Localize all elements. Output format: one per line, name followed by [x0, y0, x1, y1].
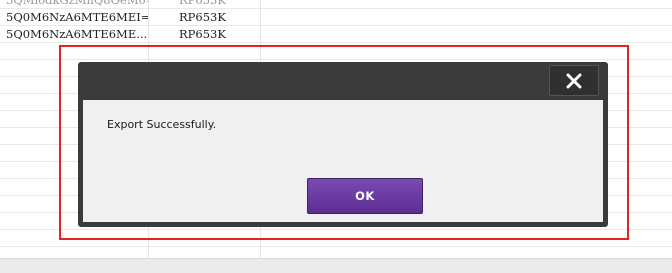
table-cell: RP653K — [179, 0, 226, 7]
table-row[interactable]: 5Q0M6NzA6MTE6MEI= RP653K — [0, 9, 672, 26]
table-cell: RP653K — [179, 10, 226, 24]
dialog-body: Export Successfully. OK — [83, 100, 603, 222]
close-button[interactable] — [549, 65, 599, 96]
table-row[interactable]: 5Q0M6NzA6MTE6ME... RP653K — [0, 26, 672, 43]
table-cell: 5QMiodkGzMhQ8OeMo= — [6, 0, 148, 7]
export-result-dialog: Export Successfully. OK — [78, 62, 608, 227]
table-row[interactable]: 5QMiodkGzMhQ8OeMo= RP653K — [0, 0, 672, 9]
ok-button[interactable]: OK — [307, 178, 423, 214]
status-bar — [0, 258, 672, 273]
table-cell: 5Q0M6NzA6MTE6ME... — [6, 27, 148, 41]
dialog-message: Export Successfully. — [107, 118, 217, 131]
table-cell: 5Q0M6NzA6MTE6MEI= — [6, 10, 148, 24]
close-icon — [566, 73, 582, 89]
table-cell: RP653K — [179, 27, 226, 41]
